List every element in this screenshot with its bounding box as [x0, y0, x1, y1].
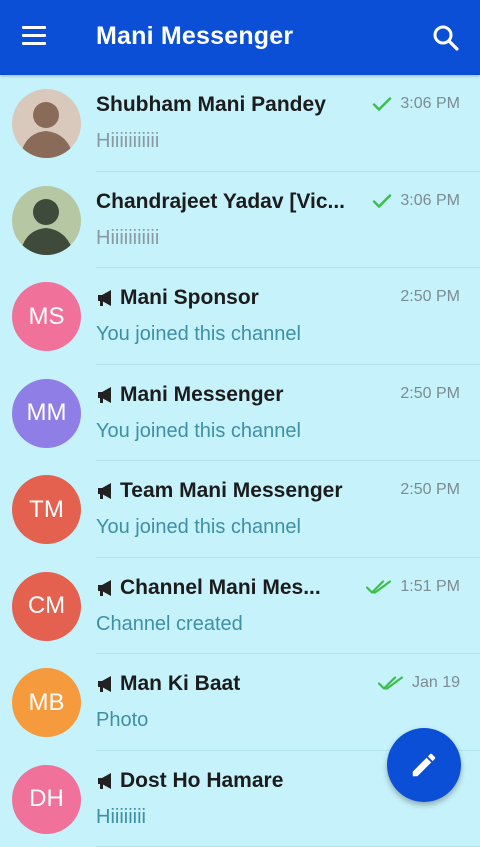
avatar-initials: MB	[29, 689, 65, 717]
chat-time: 1:51 PM	[400, 578, 460, 596]
single-check-icon	[372, 193, 392, 209]
chat-meta: 1:51 PM	[366, 578, 460, 596]
chat-name-text: Man Ki Baat	[120, 672, 240, 696]
single-check-icon	[372, 96, 392, 112]
compose-button[interactable]	[387, 728, 461, 802]
chat-name-text: Mani Sponsor	[120, 286, 259, 310]
megaphone-icon	[96, 386, 116, 404]
chat-row[interactable]: CM Channel Mani Mes... Channel created 1:51…	[0, 558, 480, 655]
avatar	[12, 186, 81, 255]
avatar-initials: CM	[28, 592, 65, 620]
search-icon[interactable]	[432, 24, 462, 54]
avatar-photo	[12, 89, 81, 158]
chat-preview: You joined this channel	[96, 420, 301, 443]
avatar-initials: MM	[27, 399, 67, 427]
chat-name-text: Shubham Mani Pandey	[96, 93, 326, 117]
pencil-icon	[409, 750, 439, 780]
chat-meta: 2:50 PM	[400, 288, 460, 306]
chat-name: Man Ki Baat	[96, 672, 366, 696]
double-check-icon	[366, 579, 392, 595]
chat-time: 3:06 PM	[400, 95, 460, 113]
chat-name-text: Chandrajeet Yadav [Vic...	[96, 190, 345, 214]
chat-meta: 2:50 PM	[400, 481, 460, 499]
chat-name-text: Mani Messenger	[120, 383, 283, 407]
avatar-initials: TM	[29, 496, 64, 524]
chat-name: Team Mani Messenger	[96, 479, 366, 503]
hamburger-menu-icon[interactable]	[22, 26, 50, 50]
chat-name: Chandrajeet Yadav [Vic...	[96, 190, 366, 214]
chat-preview: Hiiiiiiiiiii	[96, 130, 159, 153]
megaphone-icon	[96, 579, 116, 597]
avatar: TM	[12, 475, 81, 544]
chat-name-text: Dost Ho Hamare	[120, 769, 283, 793]
chat-preview: Photo	[96, 709, 148, 732]
chat-meta: Jan 19	[378, 674, 460, 692]
avatar-initials: DH	[29, 785, 64, 813]
megaphone-icon	[96, 289, 116, 307]
avatar: MB	[12, 668, 81, 737]
chat-time: 2:50 PM	[400, 385, 460, 403]
chat-name-text: Team Mani Messenger	[120, 479, 343, 503]
avatar: DH	[12, 765, 81, 834]
chat-time: Jan 19	[412, 674, 460, 692]
chat-preview: Channel created	[96, 613, 243, 636]
chat-meta: 3:06 PM	[372, 192, 460, 210]
chat-name: Mani Messenger	[96, 383, 366, 407]
app-title: Mani Messenger	[96, 22, 293, 51]
chat-preview: Hiiiiiiii	[96, 806, 146, 829]
chat-row[interactable]: MS Mani Sponsor You joined this channel 2:5…	[0, 268, 480, 365]
chat-name-text: Channel Mani Mes...	[120, 576, 321, 600]
megaphone-icon	[96, 772, 116, 790]
megaphone-icon	[96, 482, 116, 500]
chat-name: Channel Mani Mes...	[96, 576, 366, 600]
chat-name: Shubham Mani Pandey	[96, 93, 366, 117]
avatar: MM	[12, 379, 81, 448]
app-bar: Mani Messenger	[0, 0, 480, 75]
chat-row[interactable]: Shubham Mani Pandey Hiiiiiiiiiii 3:06 PM	[0, 75, 480, 172]
chat-meta: 2:50 PM	[400, 385, 460, 403]
double-check-icon	[378, 675, 404, 691]
chat-meta: 3:06 PM	[372, 95, 460, 113]
chat-preview: You joined this channel	[96, 516, 301, 539]
avatar: MS	[12, 282, 81, 351]
avatar-photo	[12, 186, 81, 255]
megaphone-icon	[96, 675, 116, 693]
chat-name: Mani Sponsor	[96, 286, 366, 310]
chat-row[interactable]: MM Mani Messenger You joined this channel 2…	[0, 365, 480, 462]
chat-preview: Hiiiiiiiiiii	[96, 227, 159, 250]
avatar	[12, 89, 81, 158]
avatar: CM	[12, 572, 81, 641]
avatar-initials: MS	[29, 303, 65, 331]
chat-time: 2:50 PM	[400, 288, 460, 306]
chat-preview: You joined this channel	[96, 323, 301, 346]
chat-name: Dost Ho Hamare	[96, 769, 366, 793]
chat-time: 3:06 PM	[400, 192, 460, 210]
chat-row[interactable]: Chandrajeet Yadav [Vic... Hiiiiiiiiiii 3:0…	[0, 172, 480, 269]
chat-row[interactable]: TM Team Mani Messenger You joined this cha…	[0, 461, 480, 558]
chat-time: 2:50 PM	[400, 481, 460, 499]
